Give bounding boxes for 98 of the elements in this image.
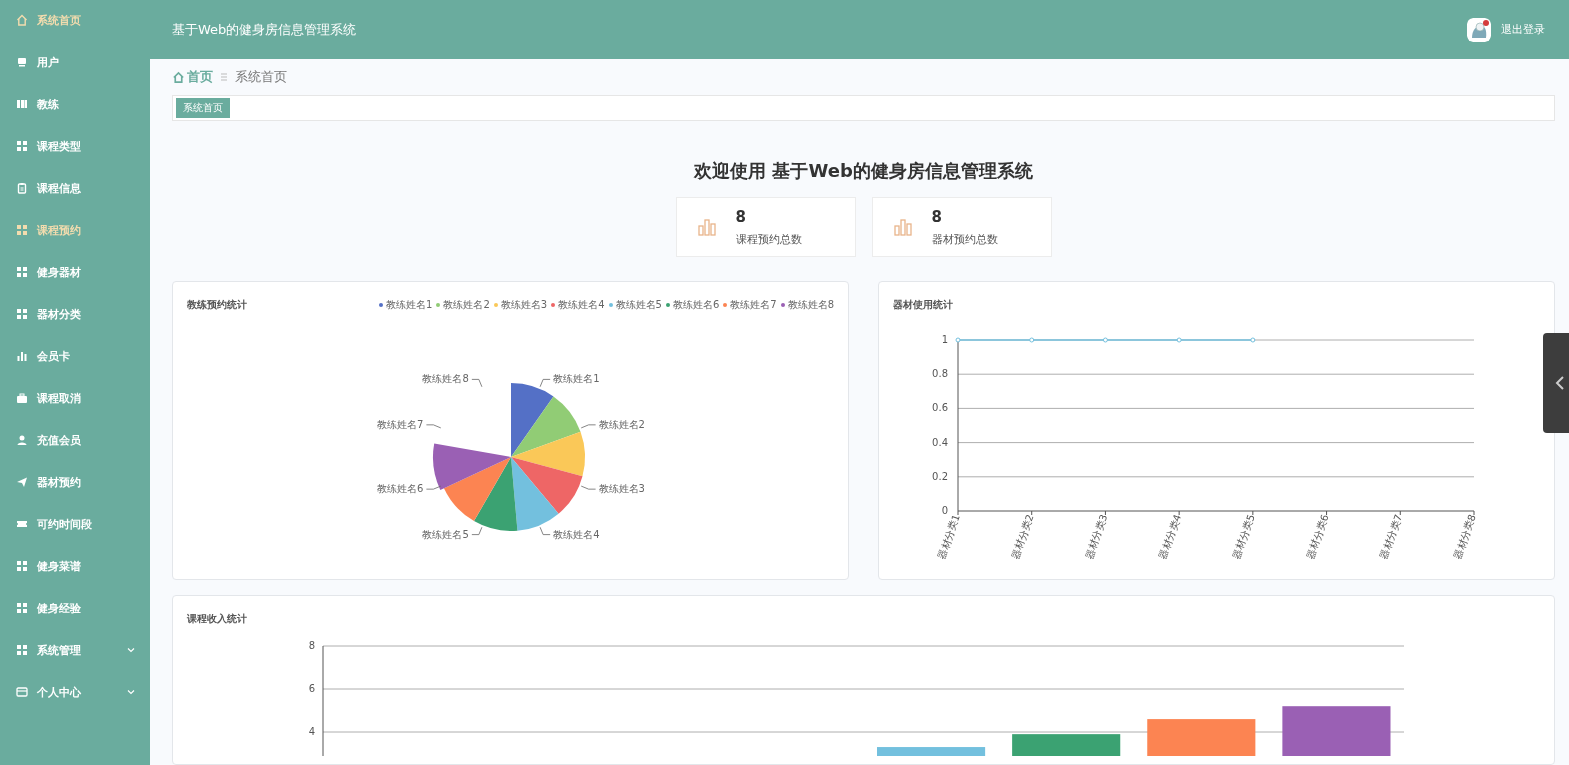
sidebar-item[interactable]: 系统管理 [0, 629, 150, 671]
sidebar-item[interactable]: 充值会员 [0, 419, 150, 461]
card-icon [16, 686, 28, 698]
person-icon [16, 434, 28, 446]
sidebar-item[interactable]: 用户 [0, 41, 150, 83]
legend-item[interactable]: 教练姓名6 [665, 298, 720, 312]
sidebar-item[interactable]: 健身器材 [0, 251, 150, 293]
sidebar-item[interactable]: 课程取消 [0, 377, 150, 419]
grid-icon [16, 266, 28, 278]
legend-item[interactable]: 教练姓名3 [493, 298, 548, 312]
stat-value: 8 [931, 207, 943, 226]
axis-label: 1 [941, 334, 948, 345]
sidebar-item[interactable]: 个人中心 [0, 671, 150, 713]
house-icon [16, 14, 28, 26]
leader-line [471, 526, 483, 535]
sidebar-item[interactable]: 会员卡 [0, 335, 150, 377]
paper-plane-icon [16, 476, 28, 488]
sidebar-item[interactable]: 教练 [0, 83, 150, 125]
bar-chart-icon [697, 218, 716, 236]
leader-line [471, 379, 483, 388]
sidebar-item[interactable]: 课程预约 [0, 209, 150, 251]
leader-line [539, 526, 551, 535]
axis-label: 器材分类8 [1451, 512, 1478, 561]
axis-label: 6 [308, 683, 315, 694]
leader-line [426, 424, 442, 429]
stat-value: 8 [735, 207, 747, 226]
slice-label: 教练姓名8 [422, 373, 469, 385]
legend-item[interactable]: 教练姓名4 [551, 298, 605, 312]
sidebar-item[interactable]: 健身经验 [0, 587, 150, 629]
slice-label: 教练姓名2 [598, 418, 645, 430]
axis-label: 0.4 [932, 436, 948, 448]
axis-label: 4 [308, 726, 315, 737]
breadcrumb-current: 系统首页 [235, 68, 287, 86]
axis-label: 器材分类5 [1230, 512, 1257, 561]
axis-label: 0 [941, 505, 948, 516]
grid-icon [16, 308, 28, 320]
chart-title: 课程收入统计 [187, 612, 248, 626]
data-point [1029, 337, 1035, 343]
leader-line [580, 424, 596, 429]
axis-label: 器材分类3 [1083, 512, 1110, 561]
slice-label: 教练姓名7 [377, 418, 424, 430]
logout-link[interactable]: 退出登录 [1501, 22, 1545, 37]
grid-icon [16, 224, 28, 236]
grid-icon [16, 140, 28, 152]
axis-label: 8 [308, 640, 315, 651]
tab[interactable]: 系统首页 [176, 98, 230, 118]
data-point [1102, 337, 1108, 343]
legend-item[interactable]: 教练姓名7 [723, 298, 777, 312]
legend-item[interactable]: 教练姓名1 [379, 298, 433, 312]
slice-label: 教练姓名4 [553, 528, 600, 540]
axis-label: 器材分类7 [1377, 512, 1405, 561]
clipboard-icon [16, 182, 28, 194]
legend-item[interactable]: 教练姓名2 [436, 298, 490, 312]
sidebar-item[interactable]: 器材预约 [0, 461, 150, 503]
axis-label: 0.8 [932, 368, 948, 380]
sidebar-item[interactable]: 系统首页 [0, 0, 150, 41]
grid-icon [16, 602, 28, 614]
slice-label: 教练姓名3 [598, 483, 645, 495]
briefcase-icon [16, 392, 28, 404]
separator-icon [221, 73, 227, 81]
axis-label: 器材分类4 [1156, 512, 1183, 561]
app-title: 基于Web的健身房信息管理系统 [172, 20, 358, 39]
axis-label: 0.2 [932, 470, 948, 482]
chart-title: 器材使用统计 [893, 298, 954, 312]
avatar-icon[interactable] [1467, 17, 1491, 42]
house-icon [172, 70, 185, 84]
axis-label: 器材分类2 [1009, 512, 1036, 561]
legend-item[interactable]: 教练姓名5 [608, 298, 662, 312]
sidebar-item[interactable]: 健身菜谱 [0, 545, 150, 587]
stat-label: 课程预约总数 [735, 231, 802, 247]
data-point [1250, 337, 1256, 343]
slice-label: 教练姓名6 [377, 483, 424, 495]
leader-line [426, 485, 442, 490]
leader-line [539, 379, 551, 388]
grid-icon [16, 644, 28, 656]
stat-label: 器材预约总数 [931, 231, 998, 247]
chart-title: 教练预约统计 [187, 298, 248, 312]
monitor-icon [16, 56, 28, 68]
sidebar-item[interactable]: 器材分类 [0, 293, 150, 335]
book-icon [16, 98, 28, 110]
breadcrumb-home-link[interactable]: 首页 [172, 68, 213, 86]
legend-item[interactable]: 教练姓名8 [780, 298, 834, 312]
slice-label: 教练姓名5 [422, 528, 469, 540]
data-point [1176, 337, 1182, 343]
sidebar-item[interactable]: 课程信息 [0, 167, 150, 209]
sidebar-item[interactable]: 可约时间段 [0, 503, 150, 545]
axis-label: 器材分类6 [1304, 512, 1331, 561]
axis-label: 0.6 [932, 402, 948, 414]
sidebar-item[interactable]: 课程类型 [0, 125, 150, 167]
side-panel-handle[interactable] [1543, 333, 1569, 433]
welcome-heading: 欢迎使用 基于Web的健身房信息管理系统 [692, 159, 1034, 183]
data-point [955, 337, 961, 343]
leader-line [580, 485, 596, 490]
slice-label: 教练姓名1 [553, 373, 600, 385]
bar-chart-icon [893, 218, 912, 236]
ticket-icon [16, 518, 28, 530]
grid-icon [16, 560, 28, 572]
bar-chart-icon [16, 350, 28, 362]
